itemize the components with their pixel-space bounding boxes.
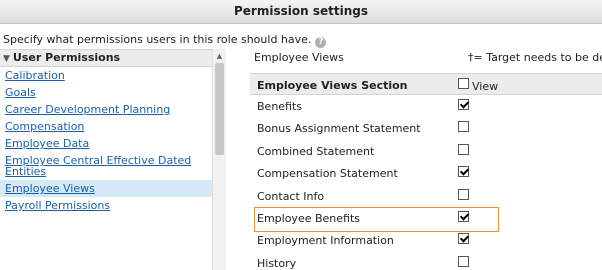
- employment-information-checkbox[interactable]: [458, 233, 469, 245]
- permission-label: Employee Benefits: [257, 211, 361, 225]
- section-view-checkbox[interactable]: [458, 78, 469, 89]
- sidebar-item-compensation[interactable]: Compensation: [0, 118, 212, 135]
- group-label: User Permissions: [12, 51, 121, 64]
- permission-label: Benefits: [257, 100, 303, 113]
- permission-row: Combined Statement: [250, 140, 602, 162]
- compensation-statement-checkbox[interactable]: [458, 166, 469, 178]
- user-permissions-group-header[interactable]: ▼ User Permissions: [0, 49, 212, 67]
- benefits-checkbox[interactable]: [458, 99, 469, 110]
- permission-row: Contact Info: [250, 185, 602, 207]
- bonus-assignment-statement-checkbox[interactable]: [458, 121, 469, 133]
- sidebar-item-employee-views[interactable]: Employee Views: [0, 180, 212, 197]
- sidebar-item-calibration[interactable]: Calibration: [0, 67, 212, 84]
- permission-row: History: [250, 252, 602, 270]
- permission-label: Employment Information: [257, 234, 394, 248]
- dialog-title: Permission settings: [234, 4, 368, 18]
- permission-label: Bonus Assignment Statement: [257, 122, 421, 136]
- employee-benefits-checkbox[interactable]: [458, 210, 469, 222]
- section-title: Employee Views Section: [257, 79, 408, 92]
- sidebar-item-career-development-planning[interactable]: Career Development Planning: [0, 101, 212, 118]
- permission-row: Compensation Statement: [250, 162, 602, 184]
- sidebar-item-employee-central-effective-dated-entities[interactable]: Employee Central Effective Dated Entitie…: [0, 152, 212, 180]
- help-icon[interactable]: ?: [315, 37, 327, 48]
- combined-statement-checkbox[interactable]: [458, 143, 469, 155]
- permission-rows: Benefits Bonus Assignment Statement Combin…: [250, 95, 602, 270]
- detail-heading: Employee Views: [254, 51, 344, 64]
- target-note: †= Target needs to be define: [468, 51, 602, 64]
- sidebar-item-goals[interactable]: Goals: [0, 84, 212, 101]
- permission-category-panel: ▼ User Permissions Calibration Goals Career…: [0, 49, 227, 270]
- triangle-down-icon[interactable]: ▼: [3, 51, 10, 67]
- permission-category-list: Calibration Goals Career Development Plann…: [0, 67, 212, 214]
- permission-label: Contact Info: [257, 189, 325, 203]
- scroll-up-arrow-icon[interactable]: ▲: [213, 51, 226, 61]
- scrollbar-thumb[interactable]: [215, 63, 224, 155]
- permission-label: Compensation Statement: [257, 167, 398, 181]
- sidebar-item-payroll-permissions[interactable]: Payroll Permissions: [0, 197, 212, 214]
- contact-info-checkbox[interactable]: [458, 188, 469, 200]
- section-header-row: Employee Views Section View: [250, 73, 602, 95]
- permission-row: Employee Benefits: [250, 206, 602, 233]
- permission-detail-panel: Employee Views †= Target needs to be def…: [250, 49, 602, 270]
- sidebar-item-employee-data[interactable]: Employee Data: [0, 135, 212, 152]
- permission-row: Benefits: [250, 95, 602, 117]
- permission-label: Combined Statement: [257, 144, 375, 158]
- instructions-text: Specify what permissions users in this r…: [3, 33, 312, 46]
- dialog-titlebar: Permission settings: [0, 0, 602, 24]
- permission-label: History: [257, 256, 297, 270]
- permission-row: Employment Information: [250, 229, 602, 251]
- permission-row: Bonus Assignment Statement: [250, 117, 602, 139]
- instructions-line: Specify what permissions users in this r…: [3, 33, 327, 48]
- section-view-label: View: [472, 80, 499, 93]
- vertical-scrollbar[interactable]: ▲: [212, 49, 226, 270]
- history-checkbox[interactable]: [458, 255, 469, 267]
